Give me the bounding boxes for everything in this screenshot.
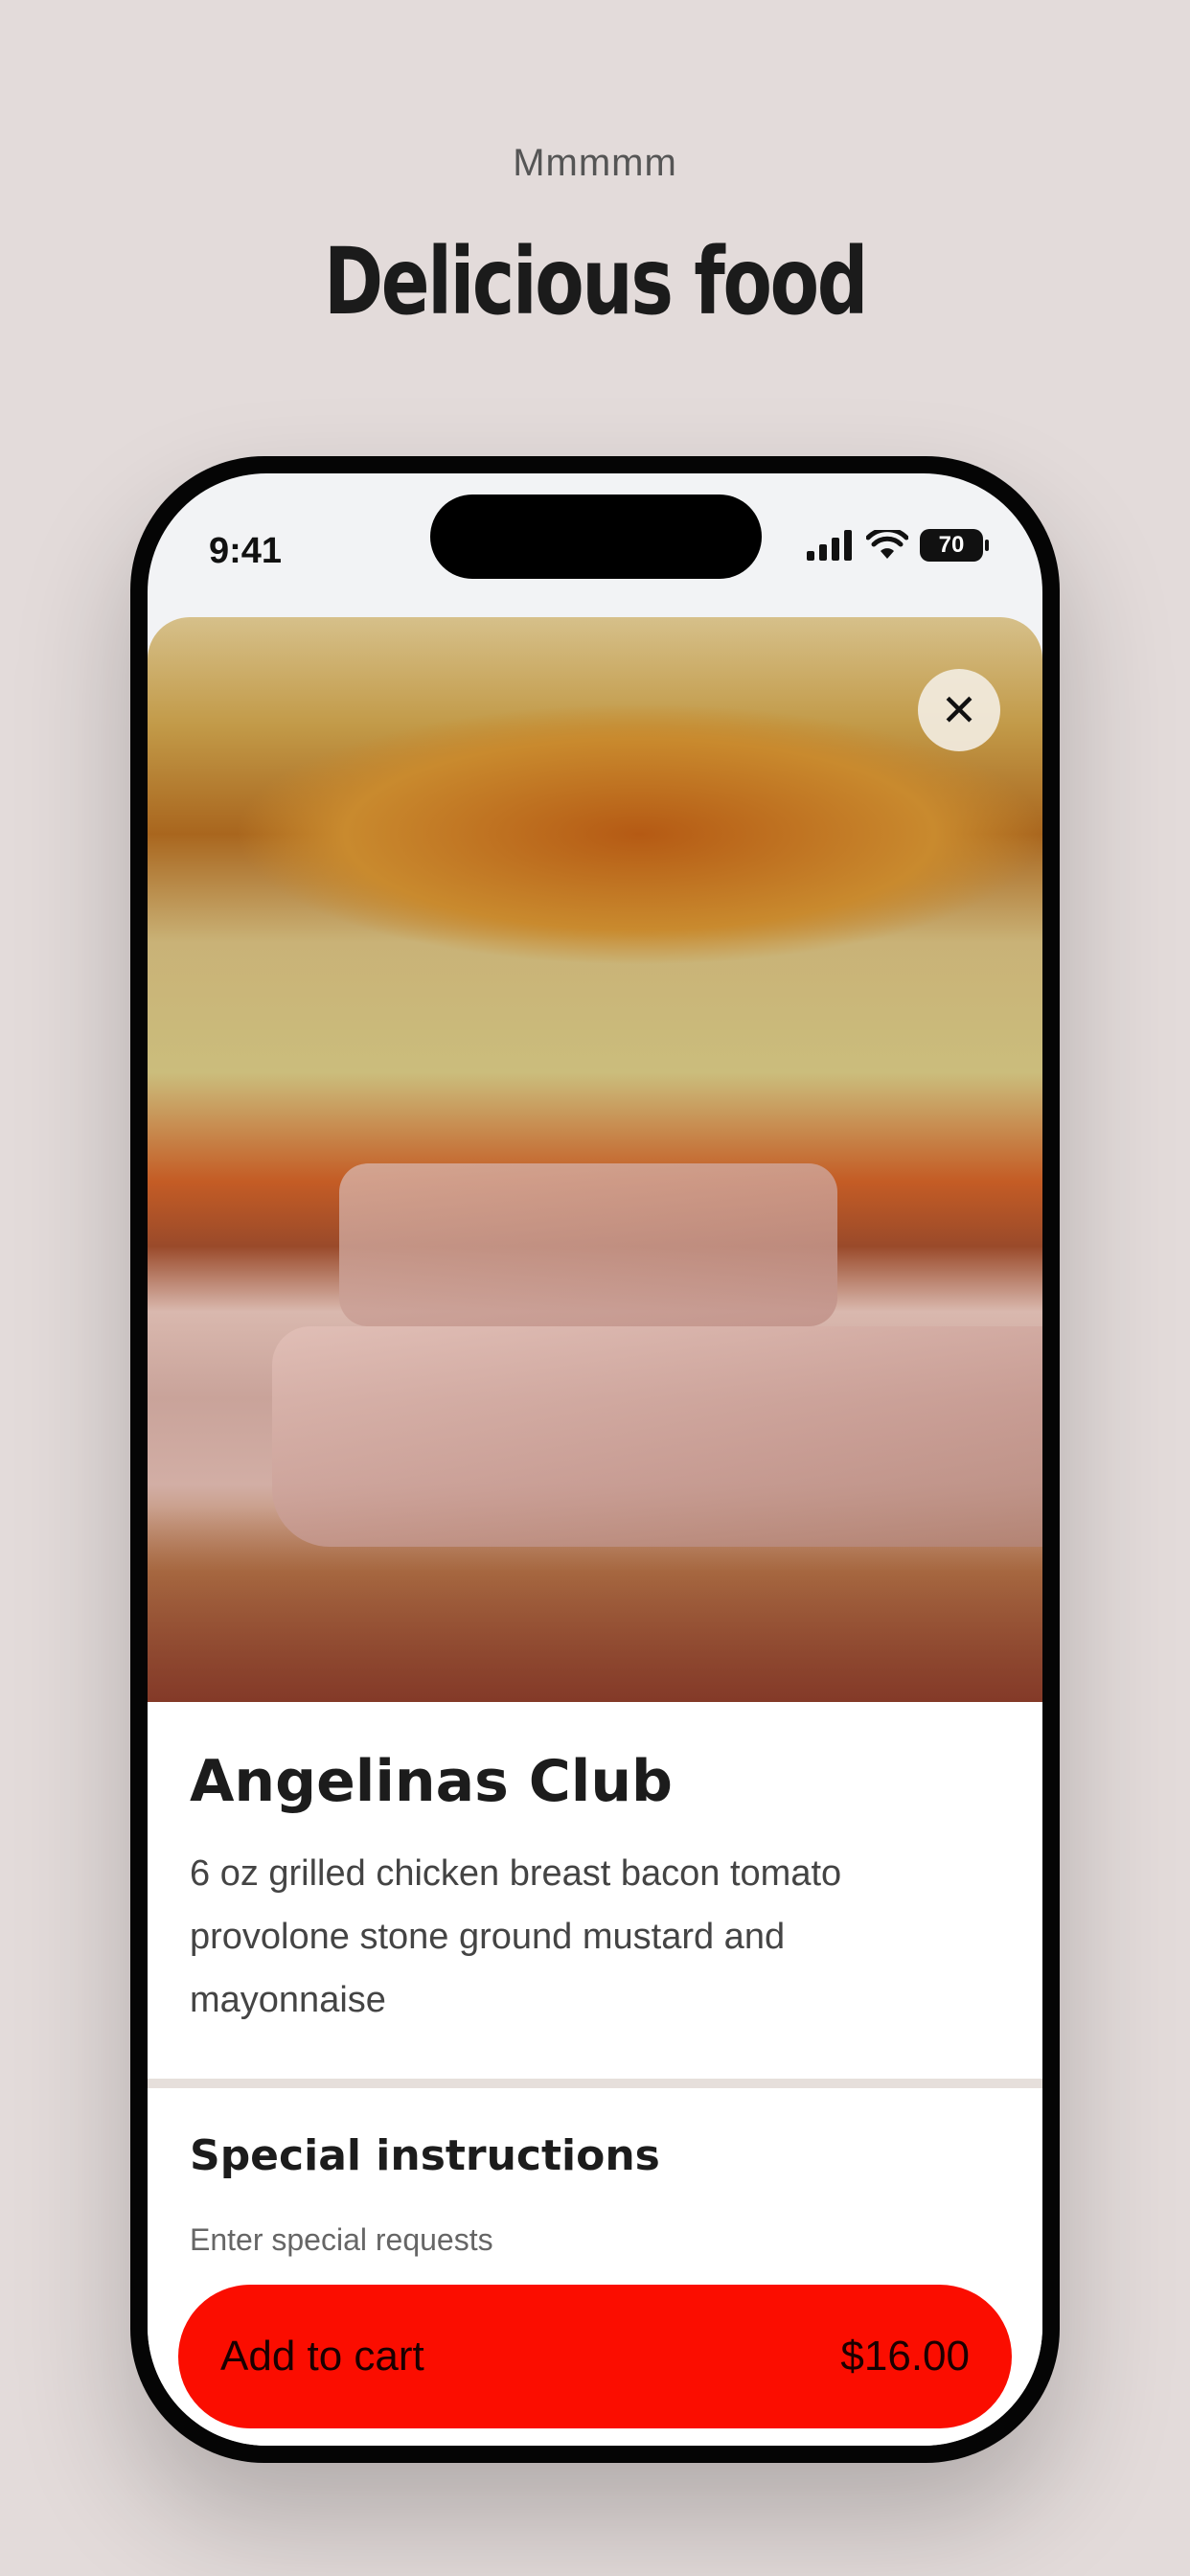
add-to-cart-button[interactable]: Add to cart $16.00 (178, 2285, 1012, 2428)
signal-icon (807, 530, 852, 561)
phone-screen: 9:41 70 ✕ Angelinas Club 6 oz grilled ch… (148, 473, 1042, 2446)
phone-frame: 9:41 70 ✕ Angelinas Club 6 oz grilled ch… (130, 456, 1060, 2463)
photo-detail (272, 1326, 1042, 1547)
cart-price: $16.00 (840, 2333, 970, 2380)
add-to-cart-label: Add to cart (220, 2333, 424, 2380)
close-icon: ✕ (940, 685, 978, 735)
close-button[interactable]: ✕ (918, 669, 1000, 751)
sandwich-photo (148, 617, 1042, 1702)
wifi-icon (866, 530, 908, 559)
special-instructions-title: Special instructions (190, 2131, 660, 2180)
battery-icon: 70 (920, 529, 989, 562)
page-headline: Delicious food (323, 228, 868, 335)
special-instructions-input[interactable] (190, 2216, 975, 2264)
item-sheet: ✕ Angelinas Club 6 oz grilled chicken br… (148, 617, 1042, 2446)
battery-level: 70 (938, 532, 965, 558)
status-time: 9:41 (209, 531, 283, 571)
item-description: 6 oz grilled chicken breast bacon tomato… (190, 1853, 842, 2020)
status-icons: 70 (807, 529, 989, 562)
dynamic-island (430, 494, 762, 579)
photo-detail (339, 1163, 837, 1326)
item-name: Angelinas Club (190, 1748, 673, 1815)
eyebrow-text: Mmmmm (513, 142, 677, 184)
section-divider (148, 2079, 1042, 2088)
